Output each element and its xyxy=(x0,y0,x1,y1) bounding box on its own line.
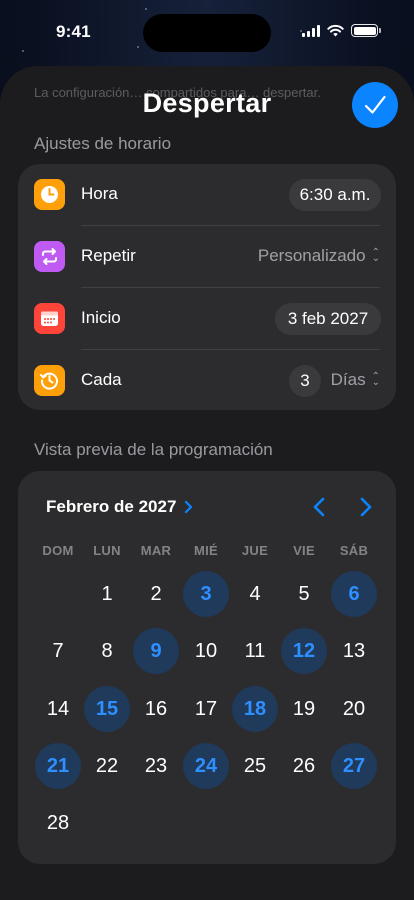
start-date-pill[interactable]: 3 feb 2027 xyxy=(275,303,381,335)
chevron-right-icon xyxy=(185,500,193,514)
chevron-up-down-icon: ⌃ ⌄ xyxy=(371,371,380,388)
schedule-card: Hora 6:30 a.m. Repetir Personalizado ⌃⌄ xyxy=(18,164,396,410)
next-month-button[interactable] xyxy=(352,493,380,521)
repeat-value: Personalizado xyxy=(257,246,366,265)
calendar-day[interactable]: 20 xyxy=(331,686,377,732)
clock-icon xyxy=(34,179,65,210)
row-every-label: Cada xyxy=(81,370,122,389)
calendar-day[interactable]: 4 xyxy=(232,571,278,617)
status-icons xyxy=(302,24,381,37)
calendar-day-scheduled[interactable]: 24 xyxy=(183,743,229,789)
row-time-label: Hora xyxy=(81,184,118,203)
calendar-day-scheduled[interactable]: 18 xyxy=(232,686,278,732)
schedule-section-label: Ajustes de horario xyxy=(34,134,172,153)
time-value-pill[interactable]: 6:30 a.m. xyxy=(289,179,381,211)
calendar-icon xyxy=(34,303,65,334)
cellular-signal-icon xyxy=(302,24,320,37)
calendar-day[interactable]: 1 xyxy=(84,571,130,617)
calendar-day[interactable]: 10 xyxy=(183,628,229,674)
row-repeat-label: Repetir xyxy=(81,246,136,265)
weekday-label: VIE xyxy=(293,543,315,558)
weekday-label: LUN xyxy=(93,543,121,558)
calendar-day[interactable]: 17 xyxy=(183,686,229,732)
done-button[interactable] xyxy=(352,82,398,128)
calendar-day[interactable]: 8 xyxy=(84,628,130,674)
interval-unit-popup[interactable]: Días ⌃ ⌄ xyxy=(331,370,380,390)
calendar-day[interactable]: 19 xyxy=(281,686,327,732)
repeat-popup[interactable]: Personalizado ⌃ ⌄ xyxy=(258,246,380,266)
checkmark-icon xyxy=(364,95,386,114)
weekday-label: DOM xyxy=(42,543,74,558)
calendar-day-scheduled[interactable]: 15 xyxy=(84,686,130,732)
dynamic-island xyxy=(143,14,271,52)
calendar-day-scheduled[interactable]: 3 xyxy=(183,571,229,617)
row-every[interactable]: Cada 3 Días ⌃ ⌄ xyxy=(18,350,396,412)
calendar-day[interactable]: 2 xyxy=(133,571,179,617)
calendar-day[interactable]: 5 xyxy=(281,571,327,617)
calendar-day-scheduled[interactable]: 9 xyxy=(133,628,179,674)
status-time: 9:41 xyxy=(56,22,91,41)
chevron-up-down-icon: ⌃ ⌄ xyxy=(371,247,380,264)
alarm-sheet: La configuración… compartidos para… desp… xyxy=(0,66,414,900)
previous-month-button[interactable] xyxy=(305,493,333,521)
row-time[interactable]: Hora 6:30 a.m. xyxy=(18,164,396,226)
weekday-label: MAR xyxy=(140,543,172,558)
calendar-day[interactable]: 23 xyxy=(133,743,179,789)
history-icon xyxy=(34,365,65,396)
calendar-day-scheduled[interactable]: 27 xyxy=(331,743,377,789)
calendar-day[interactable]: 16 xyxy=(133,686,179,732)
weekday-label: SÁB xyxy=(339,543,369,558)
status-bar: 9:41 xyxy=(0,0,414,64)
repeat-icon xyxy=(34,241,65,272)
chevron-left-icon xyxy=(313,497,325,517)
calendar-day[interactable]: 25 xyxy=(232,743,278,789)
row-start-label: Inicio xyxy=(81,308,121,327)
weekday-label: MIÉ xyxy=(193,543,218,558)
chevron-right-icon xyxy=(360,497,372,517)
month-picker-button[interactable]: Febrero de 2027 xyxy=(46,497,193,517)
calendar-card: Febrero de 2027 DOM LUN MAR MIÉ JUE VIE SÁB 12… xyxy=(18,471,396,864)
calendar-day[interactable]: 7 xyxy=(35,628,81,674)
weekday-label: JUE xyxy=(241,543,269,558)
calendar-day[interactable]: 14 xyxy=(35,686,81,732)
row-repeat[interactable]: Repetir Personalizado ⌃ ⌄ xyxy=(18,226,396,288)
calendar-day[interactable]: 13 xyxy=(331,628,377,674)
calendar-day[interactable]: 28 xyxy=(35,800,81,846)
calendar-day-scheduled[interactable]: 6 xyxy=(331,571,377,617)
preview-section-label: Vista previa de la programación xyxy=(34,440,273,459)
calendar-day-scheduled[interactable]: 21 xyxy=(35,743,81,789)
calendar-day[interactable]: 22 xyxy=(84,743,130,789)
month-title: Febrero de 2027 xyxy=(46,497,177,516)
wifi-icon xyxy=(327,24,344,37)
battery-icon xyxy=(351,24,381,37)
interval-unit: Días xyxy=(330,370,366,389)
row-start[interactable]: Inicio 3 feb 2027 xyxy=(18,288,396,350)
calendar-day[interactable]: 11 xyxy=(232,628,278,674)
interval-value-pill[interactable]: 3 xyxy=(289,365,321,397)
calendar-day[interactable]: 26 xyxy=(281,743,327,789)
calendar-day-scheduled[interactable]: 12 xyxy=(281,628,327,674)
